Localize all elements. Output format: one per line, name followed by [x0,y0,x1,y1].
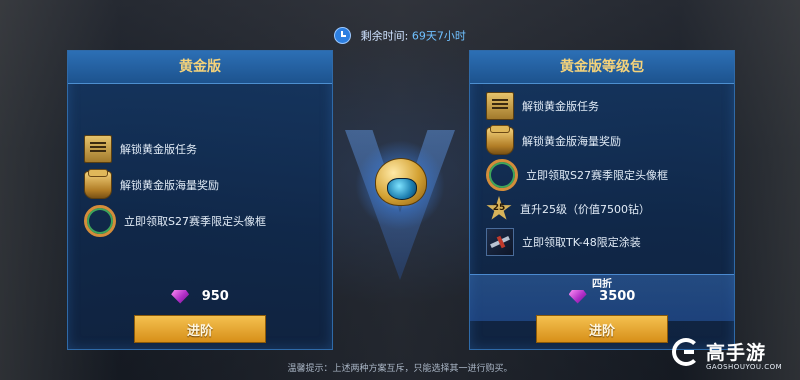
price-value: 3500 [599,289,636,304]
price: 950 [68,289,332,304]
benefit-text: 解锁黄金版任务 [522,100,599,113]
panel-title: 黄金版 [68,51,332,84]
plane-skin-icon [486,228,514,256]
gold-pot-icon [84,169,112,199]
benefit-text: 立即领取S27赛季限定头像框 [124,215,266,228]
scroll-icon [84,135,112,163]
watermark-title: 高手游 [706,342,767,364]
gold-level-pack-panel: 黄金版等级包 解锁黄金版任务 解锁黄金版海量奖励 立即领取S27赛季限定头像框 … [469,50,735,350]
upgrade-level-pack-button[interactable]: 进阶 [536,315,668,343]
watermark: 高手游 GAOSHOUYOU.COM [668,336,798,376]
avatar-frame-icon [486,159,518,191]
benefit-text: 直升25级（价值7500钻） [520,203,650,216]
upgrade-gold-button[interactable]: 进阶 [134,315,266,343]
scroll-icon [486,92,514,120]
gold-edition-panel: 黄金版 解锁黄金版任务 解锁黄金版海量奖励 立即领取S27赛季限定头像框 950… [67,50,333,350]
benefit-text: 立即领取TK-48限定涂装 [522,236,641,249]
timer-value: 69天7小时 [411,29,466,43]
price-value: 950 [201,289,229,304]
gold-pot-icon [486,125,514,155]
level-star-icon: 25 [486,196,512,222]
diamond-icon [171,289,190,304]
benefit-item: 解锁黄金版任务 [84,135,197,163]
gold-pass-emblem [335,110,465,290]
benefit-item: 立即领取S27赛季限定头像框 [486,159,668,191]
benefit-item: 25 直升25级（价值7500钻） [486,195,650,223]
watermark-subtitle: GAOSHOUYOU.COM [706,363,783,371]
discount-label: 四折 [592,279,612,290]
benefit-item: 解锁黄金版海量奖励 [84,169,219,199]
benefit-item: 解锁黄金版任务 [486,92,599,120]
benefit-text: 解锁黄金版海量奖励 [522,135,621,148]
timer-label: 剩余时间: [360,29,409,43]
level-badge: 25 [492,203,506,213]
visor [387,178,417,200]
benefit-text: 解锁黄金版海量奖励 [120,179,219,192]
benefit-text: 解锁黄金版任务 [120,143,197,156]
logo-icon [672,338,700,366]
diamond-icon [568,289,587,304]
avatar-frame-icon [84,205,116,237]
price: 3500 [470,289,734,304]
benefit-text: 立即领取S27赛季限定头像框 [526,169,668,182]
benefit-item: 立即领取TK-48限定涂装 [486,228,641,256]
remaining-time: 剩余时间: 69天7小时 [0,27,800,44]
stopwatch-icon [334,27,352,44]
benefit-item: 立即领取S27赛季限定头像框 [84,205,266,237]
panel-title: 黄金版等级包 [470,51,734,84]
benefit-item: 解锁黄金版海量奖励 [486,125,621,155]
